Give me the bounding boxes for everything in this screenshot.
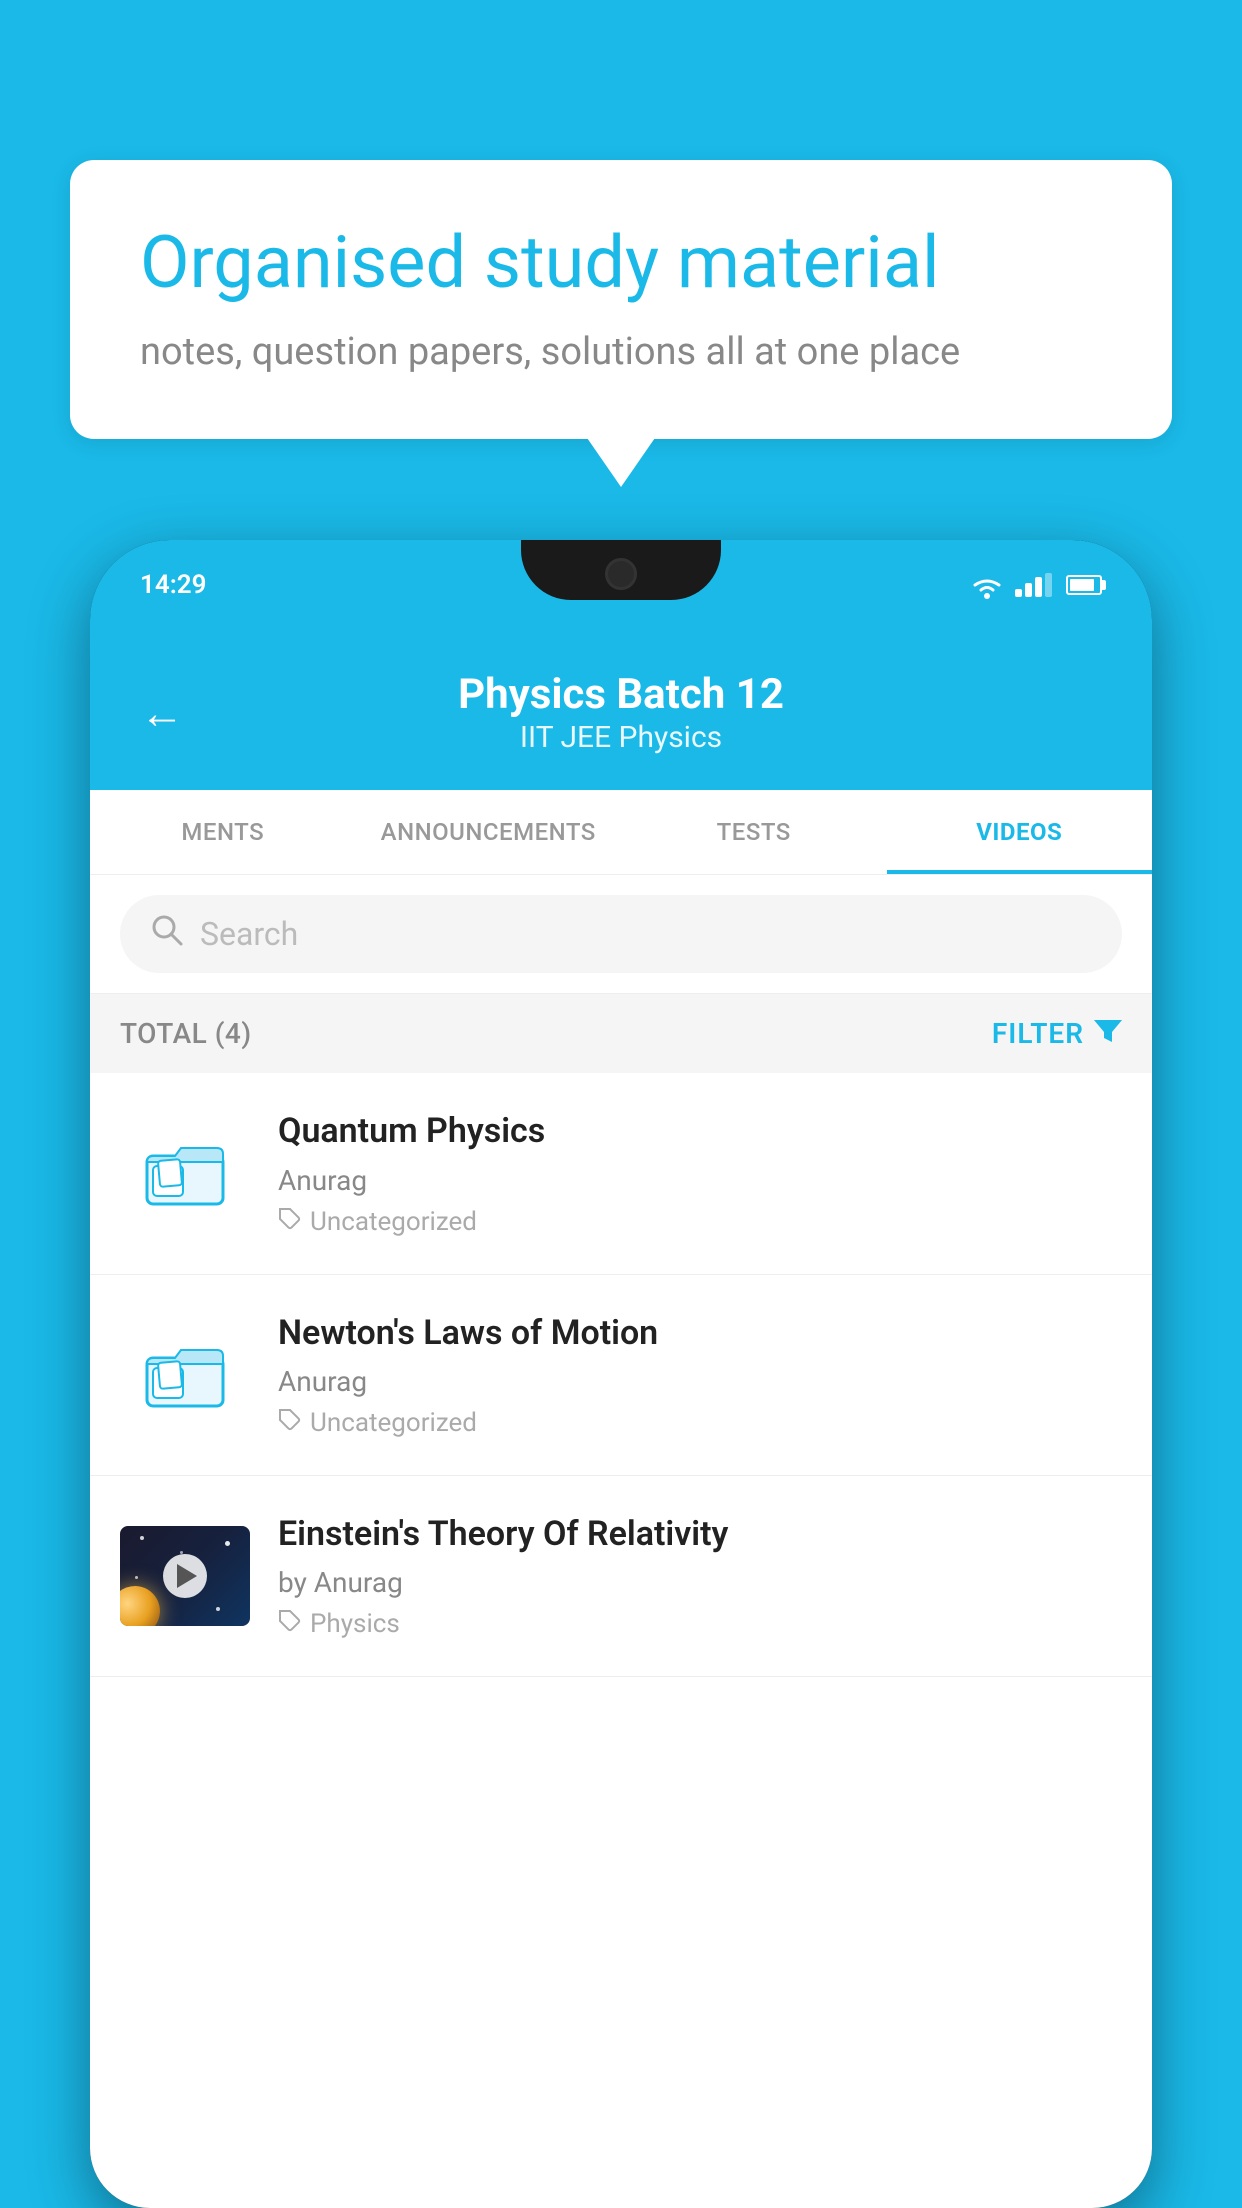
video-author: Anurag [278,1365,1122,1398]
camera-notch [605,558,637,590]
battery-icon [1066,575,1102,595]
total-count: TOTAL (4) [120,1017,252,1050]
filter-button[interactable]: FILTER [992,1016,1122,1051]
back-button[interactable]: ← [140,687,184,739]
search-bar[interactable]: Search [120,895,1122,973]
header-subtitle: IIT JEE Physics [214,720,1028,755]
header-title-group: Physics Batch 12 IIT JEE Physics [214,670,1028,755]
bubble-title: Organised study material [140,220,1102,306]
folder-icon-container [120,1325,250,1425]
speech-bubble: Organised study material notes, question… [70,160,1172,439]
video-title: Quantum Physics [278,1109,1122,1153]
play-button[interactable] [163,1554,207,1598]
video-title: Einstein's Theory Of Relativity [278,1512,1122,1556]
video-tag: Physics [278,1609,1122,1640]
filter-icon [1094,1016,1122,1051]
status-bar: 14:29 [90,540,1152,640]
video-title: Newton's Laws of Motion [278,1311,1122,1355]
tag-icon [278,1609,302,1640]
tag-text: Uncategorized [310,1408,477,1438]
tab-bar: MENTS ANNOUNCEMENTS TESTS VIDEOS [90,790,1152,875]
search-icon [150,913,184,955]
list-item[interactable]: Quantum Physics Anurag Uncategorized [90,1073,1152,1274]
phone: 14:29 [90,540,1152,2208]
video-info: Newton's Laws of Motion Anurag Uncategor… [278,1311,1122,1439]
search-container: Search [90,875,1152,994]
bubble-subtitle: notes, question papers, solutions all at… [140,330,1102,374]
tag-text: Uncategorized [310,1207,477,1237]
wifi-icon [969,571,1005,599]
video-tag: Uncategorized [278,1408,1122,1439]
folder-icon [145,1340,225,1410]
folder-icon-container [120,1123,250,1223]
tab-announcements[interactable]: ANNOUNCEMENTS [356,790,622,874]
status-icons [969,571,1102,599]
app-screen: ← Physics Batch 12 IIT JEE Physics MENTS… [90,640,1152,2208]
list-item[interactable]: Einstein's Theory Of Relativity by Anura… [90,1476,1152,1677]
signal-bars-icon [1015,573,1052,597]
search-placeholder: Search [200,915,298,953]
folder-icon [145,1138,225,1208]
tag-icon [278,1207,302,1238]
tab-ments[interactable]: MENTS [90,790,356,874]
phone-wrapper: 14:29 [90,540,1152,2208]
video-info: Einstein's Theory Of Relativity by Anura… [278,1512,1122,1640]
tag-text: Physics [310,1609,400,1639]
video-list: Quantum Physics Anurag Uncategorized [90,1073,1152,1677]
play-triangle-icon [177,1564,197,1588]
thumbnail-bg [120,1526,250,1626]
app-header: ← Physics Batch 12 IIT JEE Physics [90,640,1152,790]
speech-bubble-container: Organised study material notes, question… [70,160,1172,439]
video-tag: Uncategorized [278,1207,1122,1238]
tab-videos[interactable]: VIDEOS [887,790,1153,874]
filter-label: FILTER [992,1017,1084,1050]
status-time: 14:29 [140,570,207,600]
video-author: Anurag [278,1164,1122,1197]
video-thumbnail [120,1526,250,1626]
header-title: Physics Batch 12 [214,670,1028,720]
filter-row: TOTAL (4) FILTER [90,994,1152,1073]
tag-icon [278,1408,302,1439]
video-author: by Anurag [278,1566,1122,1599]
tab-tests[interactable]: TESTS [621,790,887,874]
video-info: Quantum Physics Anurag Uncategorized [278,1109,1122,1237]
list-item[interactable]: Newton's Laws of Motion Anurag Uncategor… [90,1275,1152,1476]
